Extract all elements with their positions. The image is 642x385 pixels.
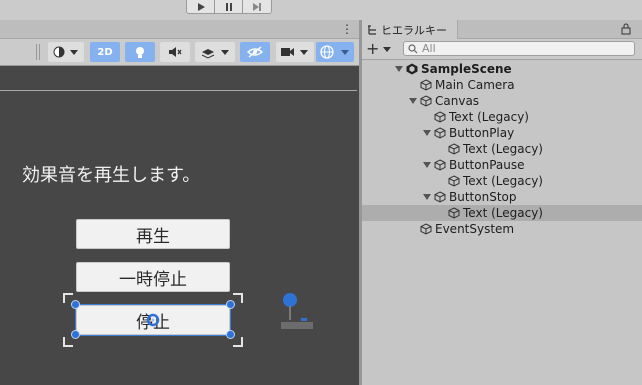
hierarchy-search[interactable] — [403, 41, 635, 56]
tab-hierarchy[interactable]: ヒエラルキー — [362, 20, 458, 40]
hierarchy-item-label: EventSystem — [435, 222, 515, 236]
camera-dropdown[interactable] — [276, 42, 314, 62]
camera-icon — [281, 48, 308, 56]
step-icon — [253, 2, 261, 11]
gameobject-icon — [433, 159, 446, 172]
lighting-toggle[interactable] — [125, 42, 155, 62]
foldout-spacer — [436, 173, 446, 189]
foldout-spacer — [436, 141, 446, 157]
hierarchy-item-label: Canvas — [435, 94, 480, 108]
gameobject-icon — [447, 207, 460, 220]
hierarchy-icon — [368, 25, 376, 35]
hierarchy-item-label: Text (Legacy) — [463, 142, 543, 156]
pivot-icon[interactable] — [146, 313, 160, 327]
scene-button-play[interactable]: 再生 — [76, 219, 230, 249]
gameobject-icon — [433, 127, 446, 140]
draw-mode-icon — [53, 46, 78, 58]
scene-tab-bar: ⋮ — [0, 20, 359, 39]
scene-view[interactable]: 効果音を再生します。 再生 一時停止 停止 — [0, 66, 359, 385]
gameobject-icon — [419, 79, 432, 92]
hierarchy-item[interactable]: ButtonStop — [362, 189, 642, 205]
search-icon — [408, 43, 418, 53]
gameobject-icon — [433, 191, 446, 204]
unity-scene-icon — [405, 63, 418, 76]
hierarchy-item-label: ButtonPause — [449, 158, 525, 172]
kebab-menu-icon[interactable]: ⋮ — [341, 22, 353, 36]
foldout-spacer — [422, 109, 432, 125]
toolbar-grip — [39, 44, 40, 60]
joystick-icon — [281, 293, 313, 329]
foldout-spacer — [408, 221, 418, 237]
search-input[interactable] — [422, 42, 622, 55]
gameobject-icon — [447, 175, 460, 188]
2d-toggle[interactable]: 2D — [90, 42, 120, 62]
scene-text-label[interactable]: 効果音を再生します。 — [22, 165, 200, 187]
play-button[interactable] — [187, 0, 215, 13]
foldout-arrow-icon[interactable] — [408, 93, 418, 109]
audio-toggle[interactable] — [160, 42, 190, 62]
hierarchy-item-label: SampleScene — [421, 62, 512, 76]
play-toolbar — [0, 0, 642, 20]
unity-editor: ⋮ 2D 効果音を再生します。 再生 一時停止 停止 ヒエラルキー + All … — [0, 0, 642, 385]
chevron-down-icon — [383, 47, 392, 52]
foldout-arrow-icon[interactable] — [394, 61, 404, 77]
gizmo-globe-icon — [320, 45, 349, 59]
create-dropdown[interactable]: + — [366, 41, 392, 57]
canvas-boundary — [0, 90, 357, 91]
hierarchy-item[interactable]: Text (Legacy) — [362, 173, 642, 189]
anchor-marker-bottom-right[interactable] — [233, 337, 243, 347]
scene-button-label: 一時停止 — [119, 269, 187, 290]
scene-visibility-toggle[interactable] — [240, 42, 270, 62]
lock-icon[interactable] — [620, 23, 632, 35]
step-button[interactable] — [243, 0, 271, 13]
foldout-arrow-icon[interactable] — [422, 189, 432, 205]
hierarchy-item-label: ButtonStop — [449, 190, 517, 204]
hierarchy-item[interactable]: Main Camera — [362, 77, 642, 93]
hierarchy-item[interactable]: Text (Legacy) — [362, 141, 642, 157]
effects-icon — [201, 48, 229, 59]
play-icon — [197, 2, 205, 11]
gameobject-icon — [433, 111, 446, 124]
scene-toolbar: 2D — [0, 39, 359, 66]
hierarchy-item[interactable]: Canvas — [362, 93, 642, 109]
hierarchy-item-label: Text (Legacy) — [449, 110, 529, 124]
hierarchy-tree: SampleScene Main Camera Canvas Text (Legacy… — [362, 60, 642, 385]
hierarchy-item-label: ButtonPlay — [449, 126, 515, 140]
hierarchy-tab-bar: ヒエラルキー — [362, 20, 642, 40]
hierarchy-item-label: Main Camera — [435, 78, 515, 92]
foldout-arrow-icon[interactable] — [422, 157, 432, 173]
gameobject-icon — [419, 95, 432, 108]
anchor-marker-top-right[interactable] — [233, 293, 243, 303]
tab-hierarchy-label: ヒエラルキー — [381, 24, 447, 37]
hierarchy-item[interactable]: Text (Legacy) — [362, 109, 642, 125]
pause-icon — [225, 2, 232, 11]
hierarchy-item[interactable]: ButtonPause — [362, 157, 642, 173]
gizmos-dropdown[interactable] — [316, 42, 354, 62]
gameobject-icon — [419, 223, 432, 236]
eye-slash-icon — [247, 46, 263, 58]
effects-dropdown[interactable] — [195, 42, 235, 62]
hierarchy-item[interactable]: ButtonPlay — [362, 125, 642, 141]
hierarchy-item[interactable]: SampleScene — [362, 61, 642, 77]
scene-button-label: 再生 — [136, 226, 170, 247]
toolbar-grip — [36, 44, 37, 60]
audio-mute-icon — [169, 47, 182, 57]
hierarchy-item-label: Text (Legacy) — [463, 174, 543, 188]
shading-mode-dropdown[interactable] — [48, 42, 84, 62]
hierarchy-item-label: Text (Legacy) — [463, 206, 543, 220]
lightbulb-icon — [136, 46, 144, 58]
hierarchy-toolbar: + — [362, 39, 642, 60]
hierarchy-item[interactable]: EventSystem — [362, 221, 642, 237]
hierarchy-item[interactable]: Text (Legacy) — [362, 205, 642, 221]
plus-icon: + — [366, 39, 380, 58]
play-controls — [186, 0, 272, 14]
foldout-spacer — [408, 77, 418, 93]
foldout-spacer — [436, 205, 446, 221]
anchor-marker-bottom-left[interactable] — [63, 337, 73, 347]
foldout-arrow-icon[interactable] — [422, 125, 432, 141]
gameobject-icon — [447, 143, 460, 156]
scene-button-pause[interactable]: 一時停止 — [76, 262, 230, 292]
pause-button[interactable] — [215, 0, 243, 13]
anchor-marker-top-left[interactable] — [63, 293, 73, 303]
